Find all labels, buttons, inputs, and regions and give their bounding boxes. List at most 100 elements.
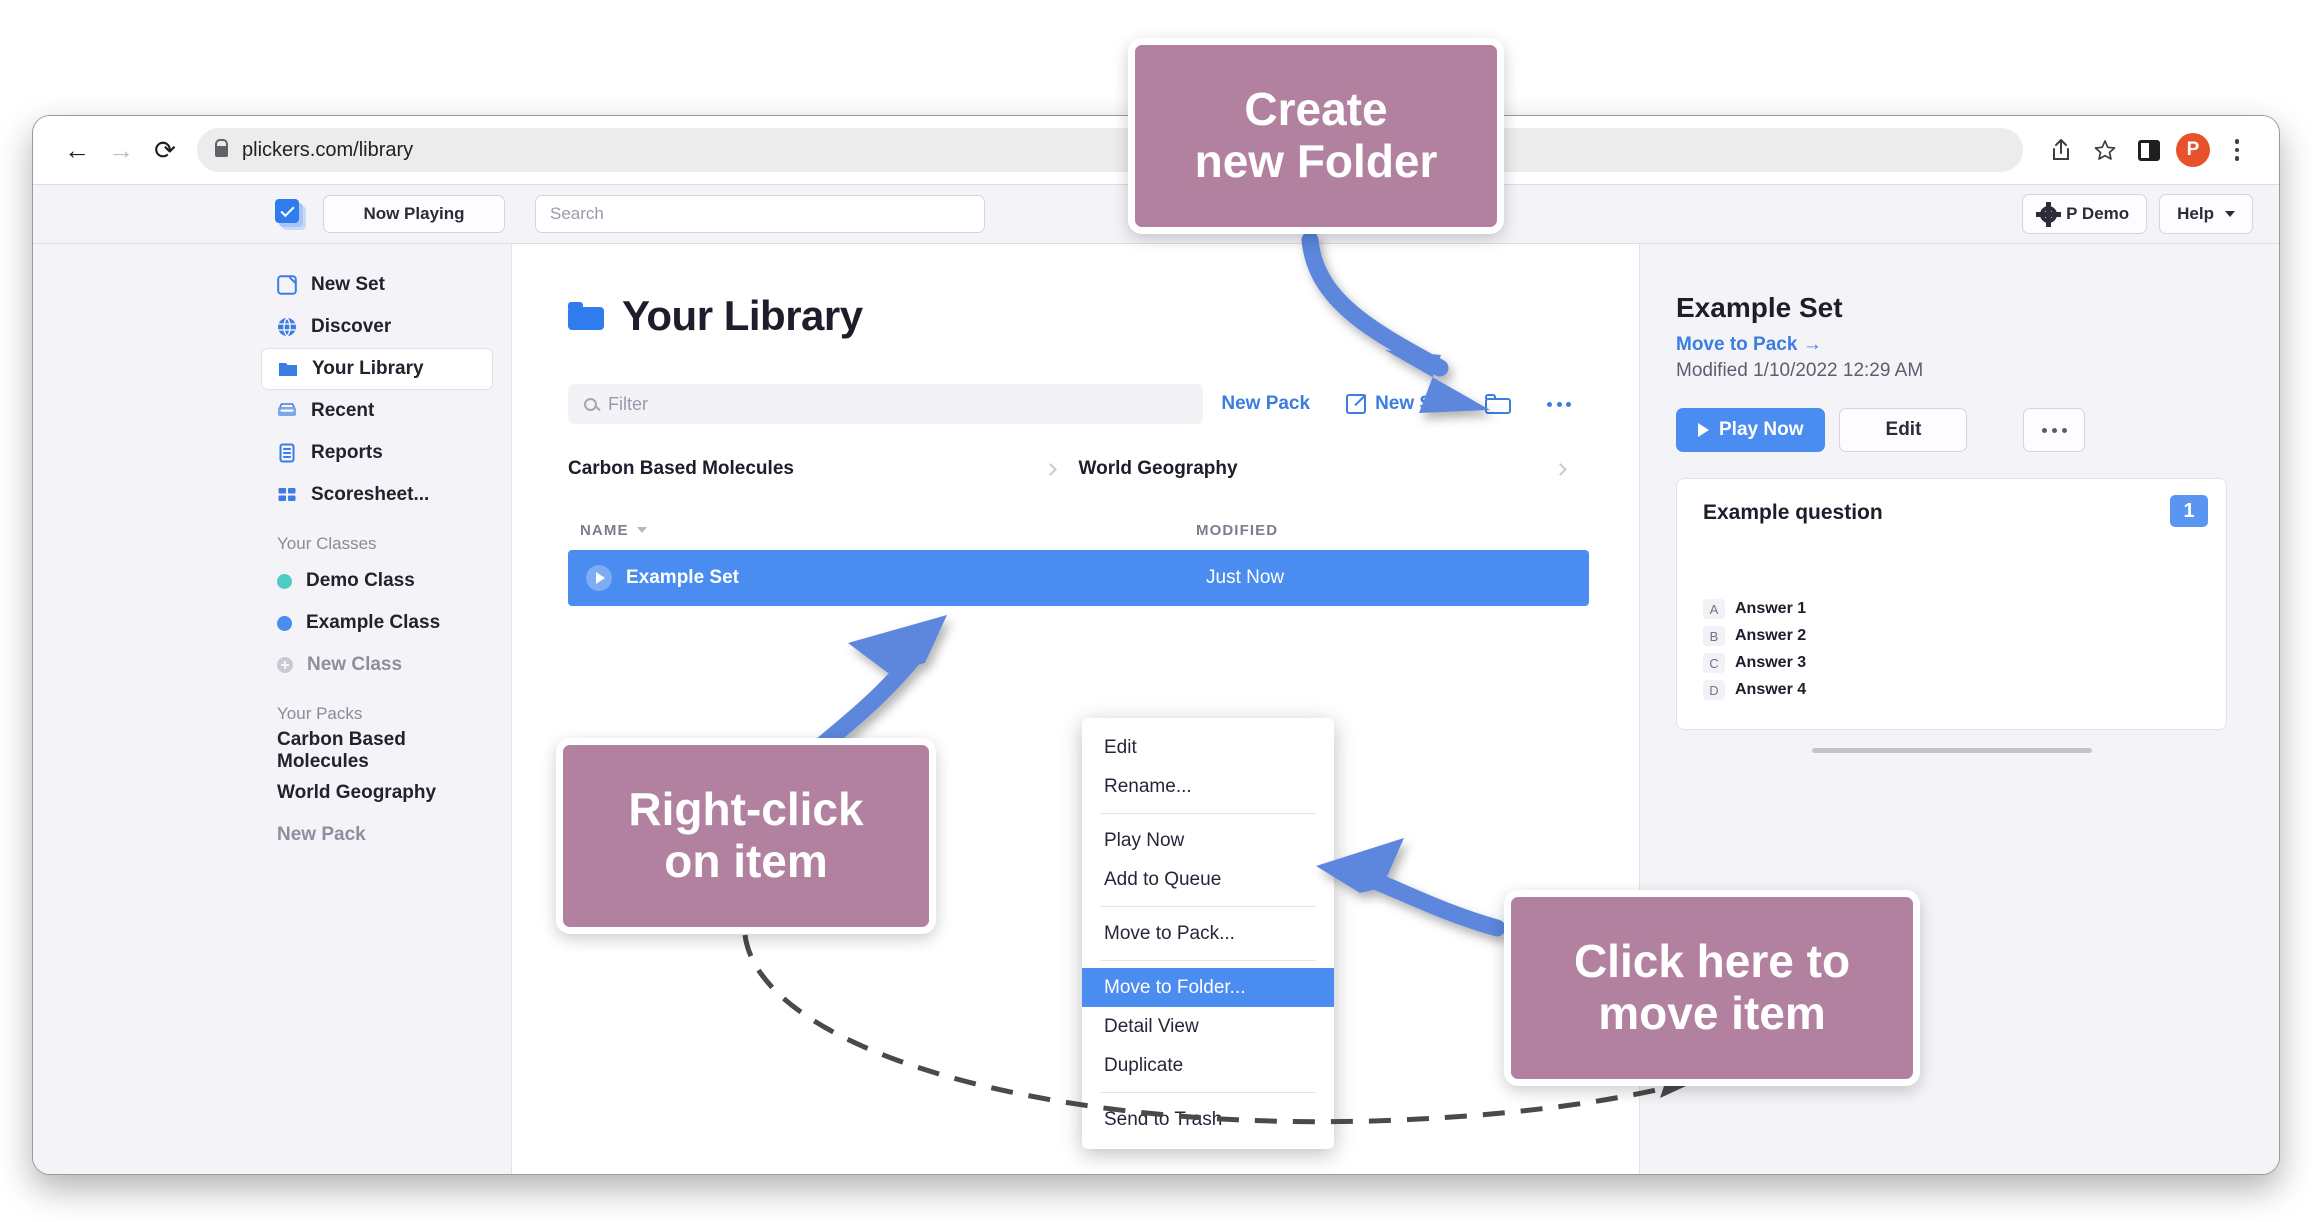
pack-item-carbon[interactable]: Carbon Based Molecules: [568, 458, 1079, 480]
search-icon: [584, 397, 597, 411]
search-input[interactable]: Search: [535, 195, 985, 233]
help-button[interactable]: Help: [2159, 194, 2253, 234]
detail-title: Example Set: [1676, 292, 1843, 323]
sidebar-item-pack-carbon[interactable]: Carbon Based Molecules: [261, 729, 493, 772]
menu-item-move-to-folder[interactable]: Move to Folder...: [1082, 968, 1334, 1007]
sidebar-item-label: Reports: [311, 442, 383, 463]
menu-item-send-to-trash[interactable]: Send to Trash: [1082, 1100, 1334, 1139]
menu-item-duplicate[interactable]: Duplicate: [1082, 1046, 1334, 1085]
new-folder-button[interactable]: [1467, 394, 1529, 414]
sidebar-item-new-pack[interactable]: New Pack: [261, 814, 493, 856]
lock-icon: [215, 139, 228, 157]
pack-item-world[interactable]: World Geography: [1079, 458, 1590, 480]
folder-icon: [568, 302, 604, 330]
sidebar-item-scoresheet[interactable]: Scoresheet...: [261, 474, 493, 516]
detail-more-button[interactable]: [2023, 408, 2086, 452]
account-button[interactable]: P Demo: [2022, 194, 2148, 234]
table-header: NAME MODIFIED: [568, 510, 1589, 550]
carousel-scroll-indicator[interactable]: [1811, 748, 2092, 753]
library-toolbar: Filter New Pack New Set: [568, 384, 1589, 424]
answer-key: B: [1703, 626, 1725, 646]
sidebar-item-your-library[interactable]: Your Library: [261, 348, 493, 390]
sidebar-item-label: Carbon Based Molecules: [277, 729, 406, 772]
new-set-button[interactable]: New Set: [1328, 393, 1467, 415]
page-title-row: Your Library: [568, 292, 1589, 340]
page-title: Your Library: [622, 292, 863, 339]
back-arrow-icon[interactable]: ←: [55, 128, 99, 172]
sidebar-item-new-class[interactable]: New Class: [261, 644, 493, 686]
gear-icon: [2036, 201, 2062, 227]
account-label: P Demo: [2066, 204, 2130, 223]
question-card[interactable]: Example question 1 A Answer 1 B Answer 2…: [1676, 478, 2227, 730]
answer-item: A Answer 1: [1703, 599, 1806, 619]
sidebar-item-discover[interactable]: Discover: [261, 306, 493, 348]
column-header-modified[interactable]: MODIFIED: [1196, 522, 1278, 539]
library-more-button[interactable]: [1529, 401, 1589, 407]
grid-icon: [277, 485, 297, 505]
chevron-right-icon: [1043, 462, 1057, 476]
play-icon[interactable]: [586, 565, 612, 591]
answer-text: Answer 3: [1735, 654, 1807, 671]
menu-item-detail-view[interactable]: Detail View: [1082, 1007, 1334, 1046]
app-header-left: Now Playing Search: [33, 195, 985, 233]
forward-arrow-icon[interactable]: →: [99, 128, 143, 172]
sidebar-item-label: Your Library: [312, 358, 424, 379]
play-now-label: Play Now: [1719, 419, 1804, 440]
new-set-icon: [1346, 394, 1367, 414]
answer-item: D Answer 4: [1703, 680, 1806, 700]
sidebar-item-label: Recent: [311, 400, 375, 421]
now-playing-button[interactable]: Now Playing: [323, 195, 505, 233]
reload-icon[interactable]: ⟳: [143, 128, 187, 172]
filter-input[interactable]: Filter: [568, 384, 1204, 424]
address-bar[interactable]: plickers.com/library: [197, 128, 2023, 172]
answer-text: Answer 4: [1735, 681, 1807, 698]
sidebar-item-demo-class[interactable]: Demo Class: [261, 560, 493, 602]
row-modified: Just Now: [1206, 567, 1285, 588]
class-color-dot: [277, 573, 292, 589]
share-icon[interactable]: [2041, 130, 2081, 170]
move-to-pack-link[interactable]: Move to Pack →: [1676, 334, 2227, 356]
filter-placeholder: Filter: [608, 393, 648, 414]
sidebar-item-label: World Geography: [277, 782, 437, 803]
sidebar-item-pack-world[interactable]: World Geography: [261, 772, 493, 814]
sidebar-item-label: Discover: [311, 316, 392, 337]
answer-text: Answer 2: [1735, 627, 1807, 644]
side-panel-icon[interactable]: [2129, 130, 2169, 170]
sidebar-item-label: Example Class: [306, 612, 441, 633]
sidebar-section-classes: Your Classes: [277, 534, 377, 553]
answer-key: D: [1703, 680, 1725, 700]
play-now-button[interactable]: Play Now: [1676, 408, 1826, 452]
sidebar-item-new-set[interactable]: New Set: [261, 264, 493, 306]
menu-item-add-to-queue[interactable]: Add to Queue: [1082, 860, 1334, 899]
menu-separator: [1100, 1092, 1316, 1093]
kebab-menu-icon[interactable]: [2217, 130, 2257, 170]
menu-item-move-to-pack[interactable]: Move to Pack...: [1082, 914, 1334, 953]
menu-item-edit[interactable]: Edit: [1082, 728, 1334, 767]
avatar[interactable]: P: [2173, 130, 2213, 170]
class-color-dot: [277, 615, 292, 631]
new-pack-label: New Pack: [1221, 393, 1311, 414]
new-pack-button[interactable]: New Pack: [1203, 393, 1328, 415]
app-header-right: P Demo Help: [2022, 194, 2253, 234]
edit-button[interactable]: Edit: [1839, 408, 1968, 452]
column-header-name[interactable]: NAME: [568, 522, 1196, 539]
new-set-icon: [277, 275, 297, 295]
pack-label: World Geography: [1078, 458, 1238, 479]
sidebar-item-example-class[interactable]: Example Class: [261, 602, 493, 644]
sidebar-item-label: New Pack: [277, 824, 366, 845]
menu-separator: [1100, 906, 1316, 907]
new-set-label: New Set: [1375, 393, 1449, 414]
menu-separator: [1100, 960, 1316, 961]
sidebar-item-recent[interactable]: Recent: [261, 390, 493, 432]
star-icon[interactable]: [2085, 130, 2125, 170]
chevron-down-icon: [2225, 211, 2235, 217]
table-row[interactable]: Example Set Just Now: [568, 550, 1589, 606]
chevron-right-icon: [1554, 462, 1567, 476]
more-horizontal-icon: [1547, 401, 1571, 407]
question-number-badge: 1: [2170, 495, 2208, 527]
menu-item-rename[interactable]: Rename...: [1082, 767, 1334, 806]
sidebar-item-reports[interactable]: Reports: [261, 432, 493, 474]
plickers-logo[interactable]: [275, 199, 306, 230]
menu-item-play-now[interactable]: Play Now: [1082, 821, 1334, 860]
main-content: Your Library Filter New Pack New Set Car…: [511, 244, 1639, 1174]
